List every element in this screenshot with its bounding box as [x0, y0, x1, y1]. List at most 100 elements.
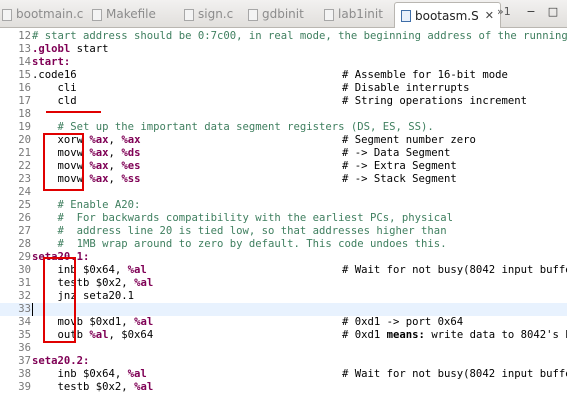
inline-comment: # Segment number zero [342, 134, 476, 146]
close-icon[interactable]: ✕ [485, 9, 494, 22]
annotation-box-segment-regs [43, 133, 84, 191]
line-number: 18 [18, 108, 31, 120]
line-number: 23 [18, 173, 31, 185]
code-line[interactable]: 37 seta20.2: [0, 355, 567, 368]
line-number: 16 [18, 82, 31, 94]
line-number: 15 [18, 69, 31, 81]
inline-comment: # String operations increment [342, 95, 527, 107]
code-line[interactable]: 27 # address line 20 is tied low, so tha… [0, 225, 567, 238]
line-number: 27 [18, 225, 31, 237]
code-line[interactable]: 33 [0, 303, 567, 316]
line-number: 37 [18, 355, 31, 367]
code-line[interactable]: 17 cld # String operations increment [0, 95, 567, 108]
line-number: 38 [18, 368, 31, 380]
code-text: # Enable A20: [32, 199, 141, 211]
line-number: 28 [18, 238, 31, 250]
code-line[interactable]: 26 # For backwards compatibility with th… [0, 212, 567, 225]
c-file-icon [182, 8, 194, 21]
code-line[interactable]: 14 start: [0, 56, 567, 69]
code-line[interactable]: 16 cli # Disable interrupts [0, 82, 567, 95]
line-number: 30 [18, 264, 31, 276]
tab-label: Makefile [106, 7, 156, 21]
code-line[interactable]: 30 inb $0x64, %al # Wait for not busy(804… [0, 264, 567, 277]
code-text: cli [32, 82, 77, 94]
line-number: 32 [18, 290, 31, 302]
inline-comment: # 0xd1 means: write data to 8042's P [342, 329, 567, 341]
inline-comment: # 0xd1 -> port 0x64 [342, 316, 464, 328]
code-text: .globl start [32, 43, 109, 55]
line-number: 20 [18, 134, 31, 146]
inline-comment: # Wait for not busy(8042 input buffe [342, 368, 567, 380]
code-line[interactable]: 18 [0, 108, 567, 121]
code-line[interactable]: 24 [0, 186, 567, 199]
code-text: .code16 [32, 69, 77, 81]
line-number: 21 [18, 147, 31, 159]
inline-comment: # Assemble for 16-bit mode [342, 69, 508, 81]
makefile-icon [90, 8, 102, 21]
code-line[interactable]: 20 xorw %ax, %ax # Segment number zero [0, 134, 567, 147]
annotation-box-a20 [43, 257, 76, 343]
line-number: 31 [18, 277, 31, 289]
tab-label: lab1init [338, 7, 383, 21]
code-text: # start address should be 0:7c00, in rea… [32, 30, 567, 42]
code-line[interactable]: 34 movb $0xd1, %al # 0xd1 -> port 0x64 [0, 316, 567, 329]
tab-makefile[interactable]: Makefile [90, 3, 156, 25]
line-number: 19 [18, 121, 31, 133]
more-tabs-button[interactable]: »1 [497, 5, 511, 18]
tab-bootmain-c[interactable]: bootmain.c [0, 3, 83, 25]
code-line[interactable]: 13 .globl start [0, 43, 567, 56]
line-number: 24 [18, 186, 31, 198]
code-text: # Set up the important data segment regi… [32, 121, 434, 133]
line-number: 34 [18, 316, 31, 328]
tab-label: gdbinit [262, 7, 304, 21]
tab-label: sign.c [198, 7, 234, 21]
code-line[interactable]: 15 .code16 # Assemble for 16-bit mode [0, 69, 567, 82]
tab-label: bootmain.c [16, 7, 84, 21]
code-line[interactable]: 38 inb $0x64, %al # Wait for not busy(804… [0, 368, 567, 381]
code-line[interactable]: 39 testb $0x2, %al [0, 381, 567, 394]
tab-gdbinit[interactable]: gdbinit [246, 3, 304, 25]
inline-comment: # -> Data Segment [342, 147, 451, 159]
line-number: 12 [18, 30, 31, 42]
line-number: 14 [18, 56, 31, 68]
code-text: start: [32, 56, 71, 68]
line-number: 26 [18, 212, 31, 224]
code-line[interactable]: 32 jnz seta20.1 [0, 290, 567, 303]
line-number: 25 [18, 199, 31, 211]
line-number: 17 [18, 95, 31, 107]
code-line[interactable]: 19 # Set up the important data segment r… [0, 121, 567, 134]
c-file-icon [0, 8, 12, 21]
tab-lab1init[interactable]: lab1init [322, 3, 383, 25]
minimize-icon[interactable]: − [524, 5, 538, 19]
maximize-icon[interactable]: □ [546, 5, 560, 19]
line-number: 33 [18, 303, 31, 315]
annotation-underline [46, 111, 101, 113]
code-line[interactable]: 22 movw %ax, %es # -> Extra Segment [0, 160, 567, 173]
code-line[interactable]: 36 [0, 342, 567, 355]
code-line[interactable]: 35 outb %al, $0x64 # 0xd1 means: write da… [0, 329, 567, 342]
line-number: 29 [18, 251, 31, 263]
code-editor[interactable]: 12 # start address should be 0:7c00, in r… [0, 28, 567, 401]
code-line[interactable]: 31 testb $0x2, %al [0, 277, 567, 290]
inline-comment: # Disable interrupts [342, 82, 470, 94]
code-line[interactable]: 12 # start address should be 0:7c00, in r… [0, 30, 567, 43]
tab-label: bootasm.S [415, 8, 479, 23]
line-number: 36 [18, 342, 31, 354]
code-text: # 1MB wrap around to zero by default. Th… [32, 238, 447, 250]
inline-comment: # -> Extra Segment [342, 160, 457, 172]
line-number: 39 [18, 381, 31, 393]
code-text: testb $0x2, %al [32, 381, 154, 393]
code-line[interactable]: 29 seta20.1: [0, 251, 567, 264]
line-number: 35 [18, 329, 31, 341]
code-text: inb $0x64, %al [32, 368, 147, 380]
tab-sign-c[interactable]: sign.c [182, 3, 233, 25]
code-line[interactable]: 23 movw %ax, %ss # -> Stack Segment [0, 173, 567, 186]
line-number: 13 [18, 43, 31, 55]
inline-comment: # Wait for not busy(8042 input buffe [342, 264, 567, 276]
code-text: # address line 20 is tied low, so that a… [32, 225, 447, 237]
code-line[interactable]: 28 # 1MB wrap around to zero by default.… [0, 238, 567, 251]
tab-bootasm-s[interactable]: bootasm.S ✕ [394, 2, 501, 28]
code-line[interactable]: 21 movw %ax, %ds # -> Data Segment [0, 147, 567, 160]
code-line[interactable]: 25 # Enable A20: [0, 199, 567, 212]
inline-comment: # -> Stack Segment [342, 173, 457, 185]
